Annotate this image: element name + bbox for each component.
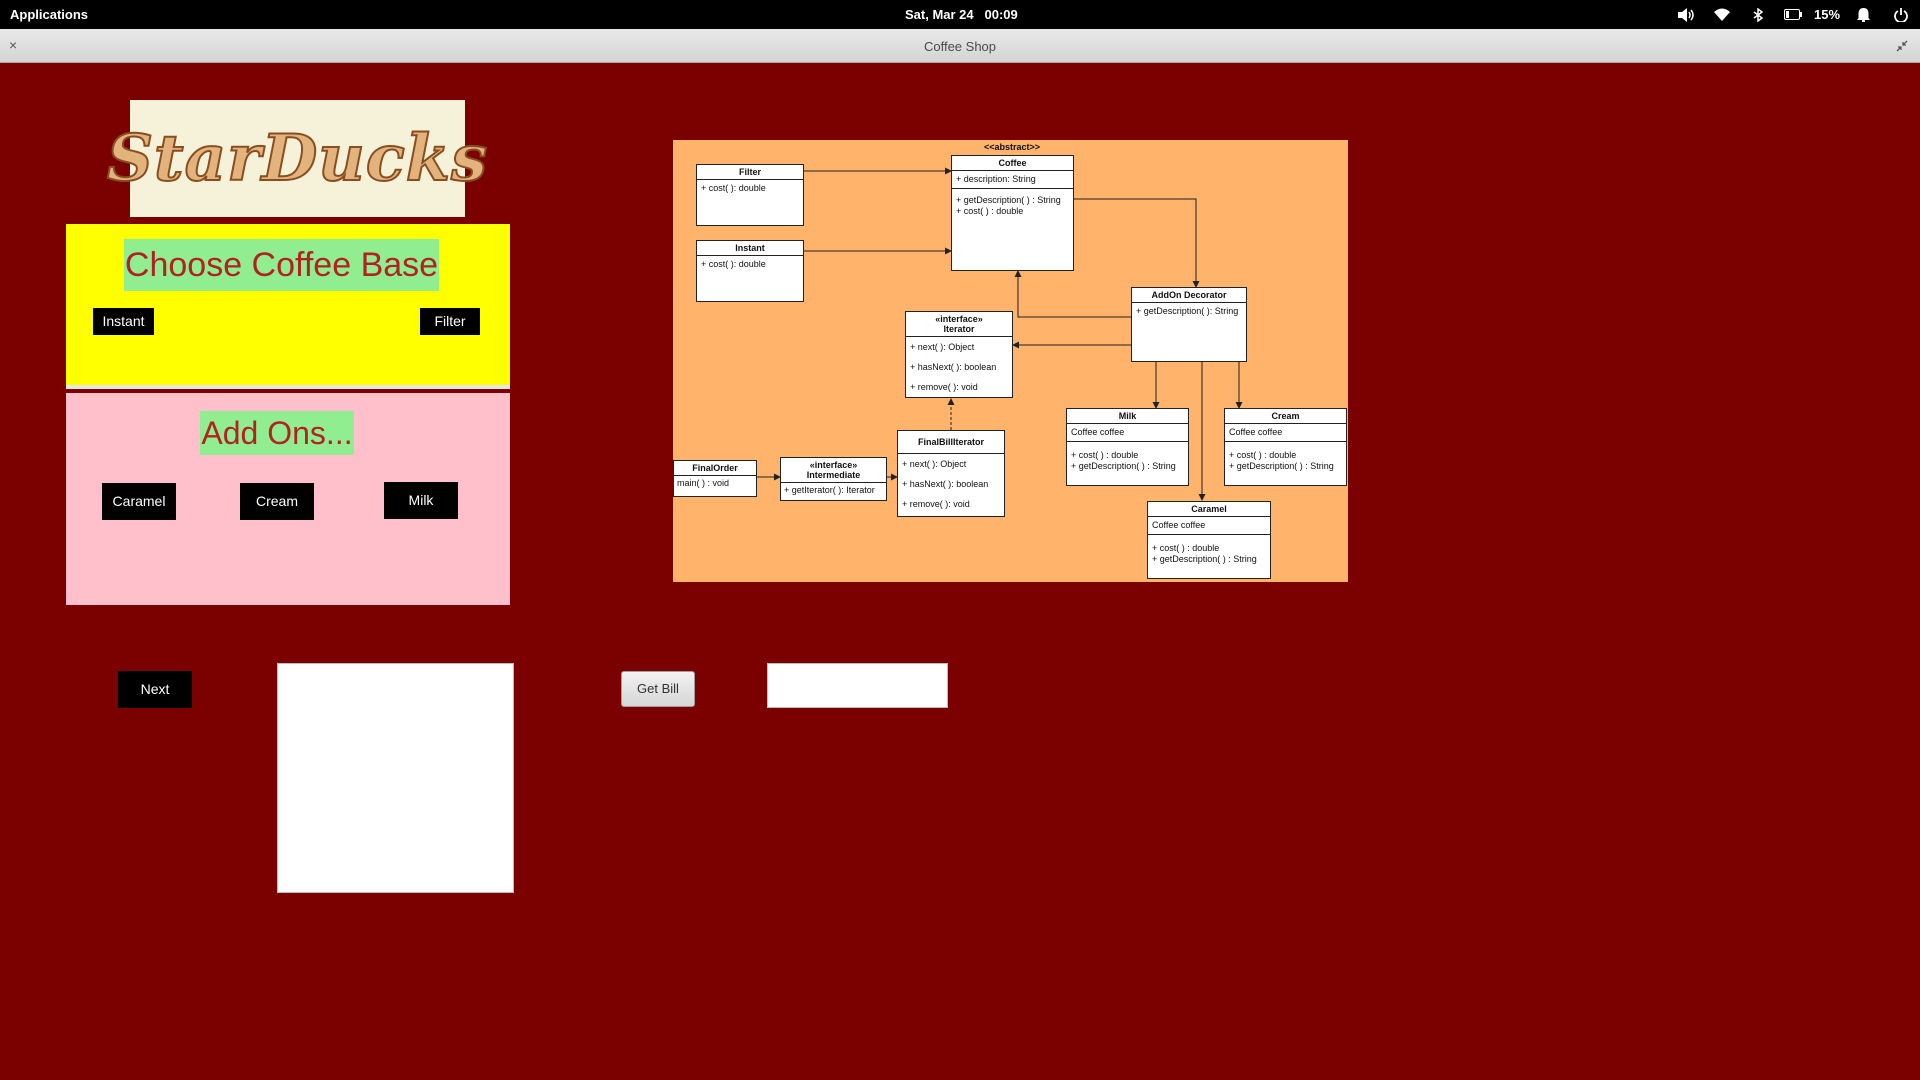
instant-button[interactable]: Instant xyxy=(93,308,154,335)
class-attr: Coffee coffee xyxy=(1071,427,1125,437)
addons-panel: Add Ons... Caramel Cream Milk xyxy=(66,393,510,605)
battery-icon[interactable] xyxy=(1776,0,1810,29)
class-method: + cost( ) : double xyxy=(1229,450,1297,460)
uml-class-cream: Cream Coffee coffee + cost( ) : double +… xyxy=(1224,408,1347,486)
class-method: + remove( ): void xyxy=(902,499,970,509)
clock[interactable]: Sat, Mar 24 00:09 xyxy=(905,7,1018,22)
system-tray: 15% xyxy=(1668,0,1920,29)
class-method: + cost( ): double xyxy=(701,183,766,193)
window-title: Coffee Shop xyxy=(923,39,997,54)
applications-menu[interactable]: Applications xyxy=(10,7,88,22)
class-name: Milk xyxy=(1067,409,1188,424)
uml-class-addon-decorator: AddOn Decorator + getDescription( ): Str… xyxy=(1131,287,1247,362)
window-title-bar: × Coffee Shop xyxy=(0,29,1920,63)
filter-button[interactable]: Filter xyxy=(420,308,480,335)
class-name: AddOn Decorator xyxy=(1132,288,1246,303)
logo-text: StarDucks xyxy=(106,120,489,197)
class-name: Caramel xyxy=(1148,502,1270,517)
class-method: + cost( ) : double xyxy=(1152,543,1220,553)
date-label: Sat, Mar 24 xyxy=(905,7,974,22)
class-attr: Coffee coffee xyxy=(1152,520,1206,530)
class-method: + hasNext( ): boolean xyxy=(902,479,989,489)
class-method: + cost( ) : double xyxy=(1071,450,1139,460)
class-stereotype: «interface» xyxy=(935,314,983,324)
class-stereotype: «interface» xyxy=(809,460,858,470)
class-method: + getDescription( ) : String xyxy=(1152,554,1257,564)
bill-output-field[interactable] xyxy=(767,663,948,708)
milk-button[interactable]: Milk xyxy=(384,482,458,519)
uml-class-finalbilliterator: FinalBillIterator + next( ): Object + ha… xyxy=(897,430,1005,517)
class-method: + getDescription( ) : String xyxy=(956,195,1061,205)
class-name: Filter xyxy=(697,165,803,180)
uml-class-iterator: «interface» Iterator + next( ): Object +… xyxy=(905,311,1013,398)
class-method: main( ) : void xyxy=(677,478,730,488)
class-name: FinalBillIterator xyxy=(898,431,1004,454)
uml-class-filter: Filter + cost( ): double xyxy=(696,164,804,226)
class-method: + next( ): Object xyxy=(910,342,975,352)
uml-class-instant: Instant + cost( ): double xyxy=(696,240,804,302)
uml-class-finalorder: FinalOrder main( ) : void xyxy=(673,460,757,497)
class-attr: + description: String xyxy=(956,174,1036,184)
class-method: + getDescription( ): String xyxy=(1136,306,1239,316)
wifi-icon[interactable] xyxy=(1704,0,1740,29)
uml-class-diagram: <<abstract>> Filter + cost( ): double In… xyxy=(673,140,1348,582)
class-name: Instant xyxy=(697,241,803,256)
class-name: Coffee xyxy=(952,156,1073,171)
volume-icon[interactable] xyxy=(1668,0,1704,29)
starducks-logo: StarDucks xyxy=(106,100,488,217)
class-method: + getDescription( ) : String xyxy=(1071,461,1176,471)
time-label: 00:09 xyxy=(984,7,1018,22)
class-name: Intermediate xyxy=(806,470,861,480)
restore-icon[interactable] xyxy=(1896,39,1908,57)
battery-percent: 15% xyxy=(1813,7,1841,22)
abstract-stereotype: <<abstract>> xyxy=(984,142,1041,152)
caramel-button[interactable]: Caramel xyxy=(102,483,176,520)
class-method: + getDescription( ) : String xyxy=(1229,461,1334,471)
class-method: + cost( ) : double xyxy=(956,206,1024,216)
class-method: + remove( ): void xyxy=(910,382,978,392)
choose-coffee-base-heading: Choose Coffee Base xyxy=(124,239,439,291)
class-method: + hasNext( ): boolean xyxy=(910,362,997,372)
system-top-bar: Applications Sat, Mar 24 00:09 15% xyxy=(0,0,1920,29)
class-name: Iterator xyxy=(943,324,975,334)
uml-class-milk: Milk Coffee coffee + cost( ) : double + … xyxy=(1066,408,1189,486)
uml-class-caramel: Caramel Coffee coffee + cost( ) : double… xyxy=(1147,501,1271,579)
class-method: + cost( ): double xyxy=(701,259,766,269)
get-bill-button[interactable]: Get Bill xyxy=(621,671,695,707)
class-method: + getIterator( ): Iterator xyxy=(784,485,875,495)
class-method: + next( ): Object xyxy=(902,459,967,469)
bluetooth-icon[interactable] xyxy=(1740,0,1776,29)
class-name: FinalOrder xyxy=(674,461,756,476)
power-icon[interactable] xyxy=(1882,0,1920,29)
class-attr: Coffee coffee xyxy=(1229,427,1283,437)
uml-class-coffee: Coffee + description: String + getDescri… xyxy=(951,155,1074,271)
coffee-base-panel: Choose Coffee Base Instant Filter xyxy=(66,224,510,389)
bell-icon[interactable] xyxy=(1844,0,1882,29)
next-button[interactable]: Next xyxy=(118,671,192,708)
app-canvas: StarDucks Choose Coffee Base Instant Fil… xyxy=(0,63,1920,1080)
class-name: Cream xyxy=(1225,409,1346,424)
order-text-area[interactable] xyxy=(277,663,514,893)
uml-class-intermediate: «interface» Intermediate + getIterator( … xyxy=(780,457,887,501)
add-ons-heading: Add Ons... xyxy=(200,411,354,455)
cream-button[interactable]: Cream xyxy=(240,483,314,520)
